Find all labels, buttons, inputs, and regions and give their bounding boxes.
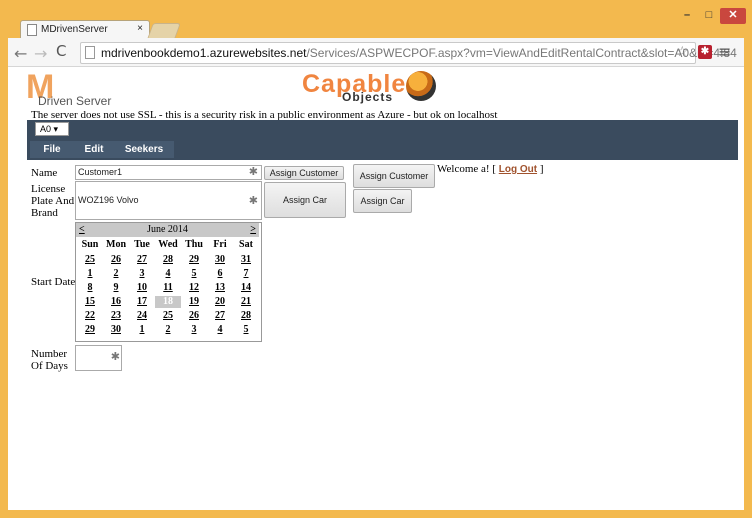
- calendar-day[interactable]: 24: [129, 310, 155, 322]
- page-icon: [27, 24, 37, 36]
- calendar-day[interactable]: 14: [233, 282, 259, 294]
- days-field[interactable]: ✱: [75, 345, 122, 371]
- required-icon: ✱: [248, 194, 258, 207]
- calendar-day[interactable]: 7: [233, 268, 259, 280]
- tab-title: MDrivenServer: [41, 24, 108, 35]
- calendar-day[interactable]: 1: [77, 268, 103, 280]
- assign-customer-small-button[interactable]: Assign Customer: [264, 166, 344, 180]
- slot-select[interactable]: A0 ▾: [35, 122, 69, 136]
- calendar-day[interactable]: 3: [129, 268, 155, 280]
- weekday-header: Thu: [185, 239, 203, 250]
- maximize-button[interactable]: □: [698, 8, 720, 24]
- calendar-day[interactable]: 9: [103, 282, 129, 294]
- url-text: mdrivenbookdemo1.azurewebsites.net/Servi…: [101, 46, 737, 60]
- address-bar[interactable]: mdrivenbookdemo1.azurewebsites.net/Servi…: [80, 42, 737, 64]
- back-arrow-icon[interactable]: ←: [14, 44, 27, 63]
- calendar-day[interactable]: 8: [77, 282, 103, 294]
- url-path: /Services/ASPWECPOF.aspx?vm=ViewAndEditR…: [306, 46, 737, 60]
- calendar-day[interactable]: 15: [77, 296, 103, 308]
- menu-file[interactable]: File: [30, 141, 74, 158]
- calendar-day[interactable]: 27: [129, 254, 155, 266]
- calendar-day[interactable]: 17: [129, 296, 155, 308]
- calendar-day[interactable]: 16: [103, 296, 129, 308]
- weekday-header: Fri: [213, 239, 227, 250]
- weekday-header: Wed: [158, 239, 178, 250]
- calendar-day[interactable]: 28: [233, 310, 259, 322]
- assign-car-button[interactable]: Assign Car: [264, 182, 346, 218]
- weekday-header: Sat: [239, 239, 253, 250]
- forward-arrow-icon[interactable]: →: [34, 44, 47, 63]
- calendar-day[interactable]: 10: [129, 282, 155, 294]
- name-field-value: Customer1: [78, 167, 123, 177]
- calendar-day[interactable]: 11: [155, 282, 181, 294]
- calendar-day[interactable]: 1: [129, 324, 155, 336]
- welcome-text: Welcome a! [ Log Out ]: [437, 163, 543, 175]
- weekday-header: Sun: [81, 239, 99, 250]
- next-month-button[interactable]: >: [250, 224, 256, 235]
- calendar-day[interactable]: 3: [181, 324, 207, 336]
- calendar-day[interactable]: 2: [103, 268, 129, 280]
- calendar-month-title: June 2014: [147, 224, 188, 235]
- calendar-day[interactable]: 30: [207, 254, 233, 266]
- calendar-day[interactable]: 29: [181, 254, 207, 266]
- license-field[interactable]: WOZ196 Volvo ✱: [75, 181, 262, 220]
- license-label: License Plate And Brand: [31, 183, 75, 219]
- calendar-day[interactable]: 4: [155, 268, 181, 280]
- start-date-label: Start Date: [31, 276, 76, 288]
- new-tab-button[interactable]: [147, 23, 181, 39]
- calendar-day[interactable]: 28: [155, 254, 181, 266]
- close-window-button[interactable]: ✕: [720, 8, 746, 24]
- calendar-day[interactable]: 23: [103, 310, 129, 322]
- calendar-day[interactable]: 2: [155, 324, 181, 336]
- weekday-header: Tue: [134, 239, 150, 250]
- objects-logo-text: Objects: [342, 90, 394, 104]
- calendar-day[interactable]: 26: [103, 254, 129, 266]
- browser-tab[interactable]: MDrivenServer ×: [20, 20, 150, 39]
- capable-objects-logo-icon: [406, 71, 436, 101]
- minimize-button[interactable]: –: [676, 8, 698, 24]
- welcome-prefix: Welcome a! [: [437, 163, 496, 175]
- calendar-day[interactable]: 4: [207, 324, 233, 336]
- tab-close-icon[interactable]: ×: [137, 23, 143, 34]
- calendar-day[interactable]: 25: [77, 254, 103, 266]
- browser-menu-icon[interactable]: ≡: [718, 42, 731, 61]
- required-icon: ✱: [248, 165, 258, 178]
- menu-seekers[interactable]: Seekers: [114, 141, 174, 158]
- days-label: Number Of Days: [31, 348, 68, 372]
- calendar-day[interactable]: 29: [77, 324, 103, 336]
- bookmark-star-icon[interactable]: ☆: [676, 44, 689, 61]
- calendar-day[interactable]: 13: [207, 282, 233, 294]
- calendar-day[interactable]: 18: [155, 296, 181, 308]
- calendar-day[interactable]: 12: [181, 282, 207, 294]
- name-field[interactable]: Customer1 ✱: [75, 165, 262, 180]
- calendar-day[interactable]: 5: [233, 324, 259, 336]
- page-icon: [85, 46, 95, 59]
- mdriven-logo-text: Driven Server: [38, 94, 112, 108]
- calendar-day[interactable]: 5: [181, 268, 207, 280]
- weekday-header: Mon: [106, 239, 126, 250]
- calendar-day[interactable]: 19: [181, 296, 207, 308]
- assign-customer-button[interactable]: Assign Customer: [353, 164, 435, 188]
- calendar-day[interactable]: 25: [155, 310, 181, 322]
- menu-edit[interactable]: Edit: [74, 141, 114, 158]
- calendar-day[interactable]: 22: [77, 310, 103, 322]
- calendar-day[interactable]: 20: [207, 296, 233, 308]
- calendar-day[interactable]: 26: [181, 310, 207, 322]
- calendar-day[interactable]: 6: [207, 268, 233, 280]
- calendar-day[interactable]: 30: [103, 324, 129, 336]
- calendar-day[interactable]: 27: [207, 310, 233, 322]
- calendar-day[interactable]: 21: [233, 296, 259, 308]
- license-field-value: WOZ196 Volvo: [78, 195, 139, 205]
- calendar-header: < June 2014 >: [76, 223, 259, 237]
- required-icon: ✱: [110, 350, 120, 363]
- extension-icon[interactable]: ✱: [698, 45, 712, 59]
- reload-icon[interactable]: C: [56, 42, 66, 60]
- logout-link[interactable]: Log Out: [499, 164, 537, 175]
- assign-car-right-button[interactable]: Assign Car: [353, 189, 412, 213]
- url-domain: mdrivenbookdemo1.azurewebsites.net: [101, 46, 307, 60]
- calendar-day[interactable]: 31: [233, 254, 259, 266]
- name-label: Name: [31, 167, 58, 179]
- welcome-suffix: ]: [539, 163, 544, 175]
